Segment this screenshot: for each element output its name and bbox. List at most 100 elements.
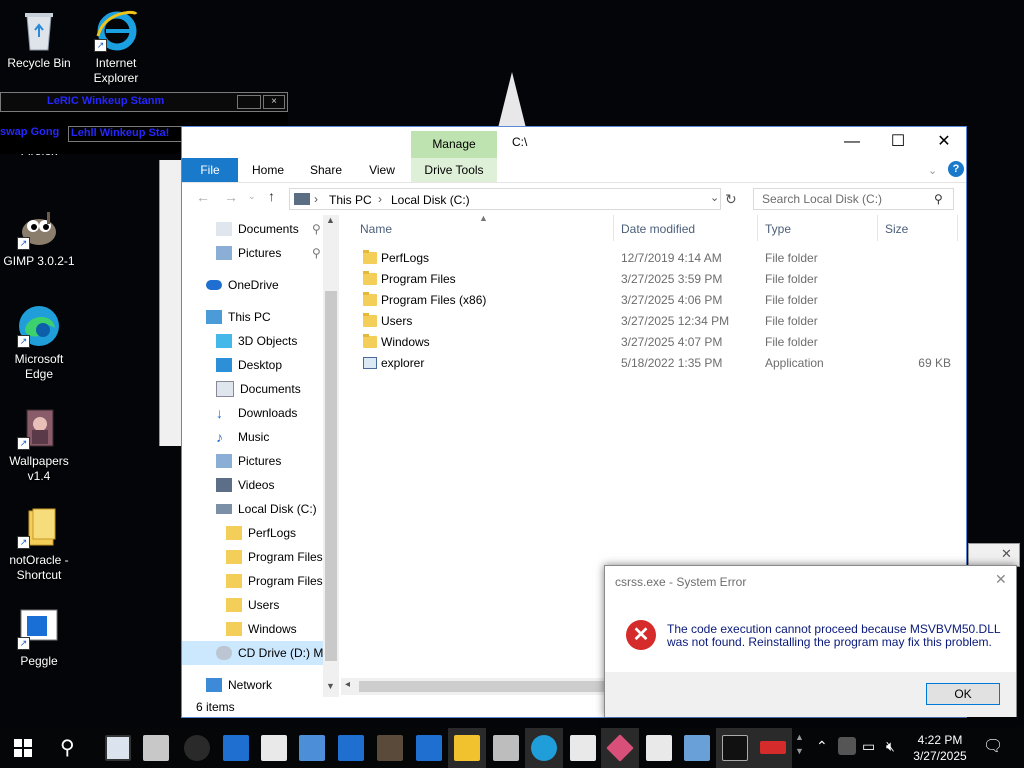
nav-scrollbar[interactable]: ▲ ▼ bbox=[323, 215, 339, 697]
nav-item-pictures-pinned[interactable]: Pictures ⚲ bbox=[216, 241, 321, 265]
desktop-icon-gimp[interactable]: ↗ GIMP 3.0.2-1 bbox=[1, 206, 77, 269]
nav-item-program-files[interactable]: Program Files bbox=[226, 545, 323, 569]
close-icon[interactable]: ✕ bbox=[1001, 546, 1012, 562]
taskbar-counter-strike-icon[interactable] bbox=[143, 735, 169, 761]
desktop-icon-recycle-bin[interactable]: Recycle Bin bbox=[1, 8, 77, 71]
taskbar-edge-slot[interactable] bbox=[525, 728, 563, 768]
nav-item-documents-pinned[interactable]: Documents ⚲ bbox=[216, 217, 321, 241]
nav-item-perflogs[interactable]: PerfLogs bbox=[226, 521, 296, 545]
tab-home[interactable]: Home bbox=[244, 158, 292, 182]
system-error-dialog[interactable]: csrss.exe - System Error ✕ ✕ The code ex… bbox=[604, 565, 1017, 717]
clock[interactable]: 4:22 PM 3/27/2025 bbox=[910, 732, 970, 764]
column-header-type[interactable]: Type bbox=[765, 215, 791, 243]
column-separator[interactable] bbox=[957, 215, 958, 241]
tray-app-icon[interactable] bbox=[838, 737, 856, 755]
start-button[interactable] bbox=[14, 739, 32, 757]
tab-share[interactable]: Share bbox=[302, 158, 350, 182]
nav-item-network[interactable]: Network bbox=[206, 673, 272, 695]
desktop-icon-edge[interactable]: ↗ Microsoft Edge bbox=[1, 304, 77, 382]
nav-item-this-pc[interactable]: This PC bbox=[206, 305, 271, 329]
winamp-titlebar[interactable]: LeRIC Winkeup Stanm × bbox=[0, 92, 288, 112]
column-separator[interactable] bbox=[613, 215, 614, 241]
desktop-icon-notoracle[interactable]: ↗ notOracle - Shortcut bbox=[1, 505, 77, 583]
taskbar-alien-icon[interactable] bbox=[184, 735, 210, 761]
taskbar-app-window-icon[interactable] bbox=[105, 735, 131, 761]
nav-item-local-disk[interactable]: Local Disk (C:) bbox=[216, 497, 317, 521]
desktop-icon-internet-explorer[interactable]: ↗ Internet Explorer bbox=[78, 8, 154, 86]
up-arrow-icon[interactable]: ↑ bbox=[268, 188, 275, 204]
network-icon[interactable]: ▭ bbox=[862, 738, 875, 755]
taskbar-file-icon[interactable] bbox=[570, 735, 596, 761]
nav-item-music[interactable]: ♪ Music bbox=[216, 425, 269, 449]
taskbar-demon-icon[interactable] bbox=[377, 735, 403, 761]
dialog-close-button[interactable]: ✕ bbox=[995, 571, 1007, 588]
desktop-icon-peggle[interactable]: ↗ Peggle bbox=[1, 606, 77, 669]
navigation-pane[interactable]: Documents ⚲ Pictures ⚲ OneDrive This PC 3D… bbox=[182, 215, 338, 695]
file-row[interactable]: Windows 3/27/2025 4:07 PM File folder bbox=[351, 332, 961, 353]
file-row[interactable]: Program Files 3/27/2025 3:59 PM File folde… bbox=[351, 269, 961, 290]
help-icon[interactable]: ? bbox=[948, 161, 964, 177]
minimize-button[interactable]: — bbox=[829, 127, 875, 157]
close-button[interactable]: ✕ bbox=[921, 127, 967, 157]
nav-item-windows[interactable]: Windows bbox=[226, 617, 297, 641]
scroll-left-icon[interactable]: ◂ bbox=[345, 679, 350, 690]
tab-drive-tools[interactable]: Drive Tools bbox=[411, 158, 497, 182]
file-row[interactable]: Users 3/27/2025 12:34 PM File folder bbox=[351, 311, 961, 332]
winamp-close-button[interactable]: × bbox=[263, 95, 285, 109]
breadcrumb-this-pc[interactable]: This PC bbox=[329, 193, 372, 207]
nav-item-desktop[interactable]: Desktop bbox=[216, 353, 282, 377]
breadcrumb-local-disk[interactable]: Local Disk (C:) bbox=[391, 193, 470, 207]
column-header-date[interactable]: Date modified bbox=[621, 215, 695, 243]
address-bar[interactable]: › This PC › Local Disk (C:) ⌄ bbox=[289, 188, 721, 210]
search-icon[interactable]: ⚲ bbox=[60, 735, 75, 760]
scroll-down-icon[interactable]: ▼ bbox=[326, 681, 335, 691]
notifications-icon[interactable]: 🗨︎ bbox=[983, 736, 1003, 756]
taskbar-tool-icon[interactable] bbox=[493, 735, 519, 761]
winamp-minimize-button[interactable] bbox=[237, 95, 261, 109]
taskbar-cmd-slot[interactable] bbox=[716, 728, 754, 768]
manage-tab[interactable]: Manage bbox=[411, 131, 497, 158]
desktop-icon-wallpapers[interactable]: ↗ Wallpapers v1.4 bbox=[1, 406, 77, 484]
taskbar-app-icon[interactable] bbox=[684, 735, 710, 761]
nav-item-downloads[interactable]: ↓ Downloads bbox=[216, 401, 297, 425]
taskbar-file-icon[interactable] bbox=[646, 735, 672, 761]
nav-item-documents[interactable]: Documents bbox=[216, 377, 301, 401]
show-hidden-icons-chevron-icon[interactable]: ⌃ bbox=[816, 738, 828, 755]
nav-item-program-files-x86[interactable]: Program Files ( bbox=[226, 569, 330, 593]
taskbar-file-icon[interactable] bbox=[261, 735, 287, 761]
forward-arrow-icon[interactable]: → bbox=[224, 189, 238, 205]
refresh-icon[interactable]: ↻ bbox=[725, 191, 737, 208]
tab-view[interactable]: View bbox=[358, 158, 406, 182]
column-separator[interactable] bbox=[757, 215, 758, 241]
nav-item-cd-drive[interactable]: CD Drive (D:) Mc bbox=[182, 641, 329, 665]
nav-scrollbar-thumb[interactable] bbox=[325, 291, 337, 661]
nav-item-pictures[interactable]: Pictures bbox=[216, 449, 281, 473]
file-row[interactable]: PerfLogs 12/7/2019 4:14 AM File folder bbox=[351, 248, 961, 269]
search-input[interactable]: Search Local Disk (C:) ⚲ bbox=[753, 188, 954, 210]
taskbar-app-icon[interactable] bbox=[223, 735, 249, 761]
ribbon-expand-icon[interactable]: ⌄ bbox=[928, 164, 937, 177]
nav-item-users[interactable]: Users bbox=[226, 593, 279, 617]
taskbar-app-icon[interactable] bbox=[299, 735, 325, 761]
nav-item-3d-objects[interactable]: 3D Objects bbox=[216, 329, 297, 353]
column-header-name[interactable]: Name bbox=[360, 215, 392, 243]
recent-locations-icon[interactable]: ⌄ bbox=[248, 191, 256, 202]
taskbar-error-slot[interactable] bbox=[754, 728, 792, 768]
scroll-up-icon[interactable]: ▲ bbox=[326, 215, 335, 225]
taskbar-app-icon[interactable] bbox=[416, 735, 442, 761]
taskbar-app-icon[interactable] bbox=[338, 735, 364, 761]
hscrollbar-thumb[interactable] bbox=[359, 681, 621, 692]
explorer-titlebar[interactable]: Manage C:\ — ☐ ✕ bbox=[182, 127, 966, 158]
tab-file[interactable]: File bbox=[182, 158, 238, 182]
file-row[interactable]: Program Files (x86) 3/27/2025 4:06 PM File… bbox=[351, 290, 961, 311]
taskbar-active-slot[interactable] bbox=[448, 728, 486, 768]
nav-item-onedrive[interactable]: OneDrive bbox=[206, 273, 279, 297]
nav-item-videos[interactable]: Videos bbox=[216, 473, 274, 497]
column-separator[interactable] bbox=[877, 215, 878, 241]
back-arrow-icon[interactable]: ← bbox=[196, 189, 210, 205]
taskbar-scroll-icon[interactable]: ▲ ▼ bbox=[795, 730, 804, 758]
file-row[interactable]: explorer 5/18/2022 1:35 PM Application 69 K… bbox=[351, 353, 961, 374]
address-dropdown-icon[interactable]: ⌄ bbox=[710, 191, 719, 204]
column-header-size[interactable]: Size bbox=[885, 215, 908, 243]
maximize-button[interactable]: ☐ bbox=[875, 127, 921, 157]
